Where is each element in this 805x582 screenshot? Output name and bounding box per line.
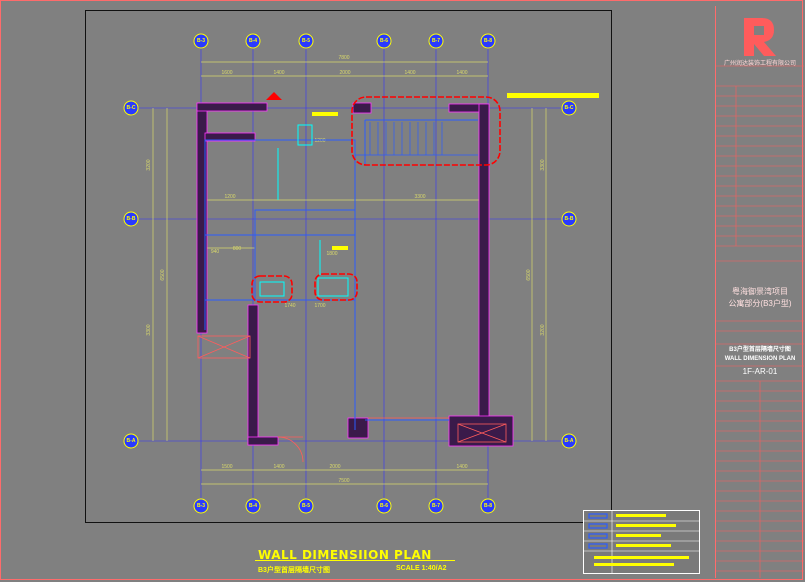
dimension-text: 6500 xyxy=(160,269,166,280)
axis-label: B-5 xyxy=(302,503,310,509)
legend-swatch xyxy=(588,533,608,539)
legend-bar xyxy=(616,544,671,547)
axis-label: B-8 xyxy=(484,503,492,509)
wall xyxy=(347,417,369,439)
legend-bar xyxy=(594,563,674,566)
dimension-text: 3200 xyxy=(540,324,546,335)
legend-bar xyxy=(616,514,666,517)
axis-label: B-B xyxy=(127,216,136,222)
floor-plan-drawing: 7800 1600 1400 2000 1400 1400 1500 1400 … xyxy=(123,33,599,514)
wall xyxy=(478,103,490,435)
dimension-text: 1200 xyxy=(314,138,325,144)
axis-label: B-6 xyxy=(380,38,388,44)
project-part: 公寓部分(B3户型) xyxy=(728,299,792,308)
axis-label: B-7 xyxy=(432,38,440,44)
revision-cloud xyxy=(251,275,293,303)
legend-bar xyxy=(616,524,676,527)
legend-swatch xyxy=(588,513,608,519)
legend-swatch xyxy=(588,523,608,529)
dimension-text: 1400 xyxy=(456,464,467,470)
dimension-text: 1600 xyxy=(221,70,232,76)
dimension-text: 7800 xyxy=(338,55,349,61)
dimension-text: 1800 xyxy=(326,251,337,257)
revision-marker xyxy=(266,92,282,100)
axis-label: B-B xyxy=(565,216,574,222)
callout-bar xyxy=(332,246,348,250)
axis-label: B-4 xyxy=(249,503,257,509)
partition xyxy=(254,209,356,301)
legend-bar xyxy=(616,534,661,537)
wall xyxy=(247,304,259,446)
dimension-text: 6500 xyxy=(526,269,532,280)
axis-label: B-7 xyxy=(432,503,440,509)
dimension-text: 7500 xyxy=(338,478,349,484)
title-block: 广州润达装饰工程有限公司 粤海御景湾项目 公寓部分(B3户型) B3户型首层隔墙… xyxy=(715,6,804,578)
dimension-text: 2000 xyxy=(339,70,350,76)
legend-graphic xyxy=(584,511,699,573)
axis-label: B-3 xyxy=(197,503,205,509)
axis-label: B-3 xyxy=(197,38,205,44)
axis-label: B-A xyxy=(565,438,574,444)
dimension-text: 3200 xyxy=(146,159,152,170)
axis-label: B-A xyxy=(127,438,136,444)
dimension-text: 800 xyxy=(233,246,242,252)
partition xyxy=(204,139,356,236)
dimension-text: 1700 xyxy=(314,303,325,309)
fixture xyxy=(259,281,285,297)
dimension-text: 1740 xyxy=(284,303,295,309)
dimension-text: 1400 xyxy=(404,70,415,76)
drawing-name-en: WALL DIMENSION PLAN xyxy=(724,356,796,362)
project-name: 粤海御景湾项目 xyxy=(732,287,788,296)
dimension-text: 1200 xyxy=(224,194,235,200)
callout-bar xyxy=(507,93,599,98)
dimension-text: 1400 xyxy=(273,464,284,470)
callout-bar xyxy=(312,112,338,116)
dimension-text: 3300 xyxy=(414,194,425,200)
dimension-text: 940 xyxy=(211,249,220,255)
axis-label: B-5 xyxy=(302,38,310,44)
legend-bar xyxy=(594,556,689,559)
dimension-text: 1500 xyxy=(221,464,232,470)
plan-subtitle: B3户型首层隔墙尺寸图 xyxy=(258,567,330,574)
axis-label: B-C xyxy=(565,105,574,111)
fixture xyxy=(297,124,313,146)
dimension-text: 1400 xyxy=(273,70,284,76)
plan-scale: SCALE 1:40/A2 xyxy=(396,565,447,572)
company-logo-icon xyxy=(744,18,776,56)
wall xyxy=(352,102,372,114)
axis-label: B-6 xyxy=(380,503,388,509)
axis-label: B-C xyxy=(127,105,136,111)
dimension-text: 2000 xyxy=(329,464,340,470)
dimension-text: 3300 xyxy=(146,324,152,335)
legend-swatch xyxy=(588,543,608,549)
drawing-name-cn: B3户型首层隔墙尺寸图 xyxy=(729,347,791,353)
wall xyxy=(247,436,279,446)
fixture xyxy=(317,277,349,297)
axis-label: B-4 xyxy=(249,38,257,44)
axis-label: B-8 xyxy=(484,38,492,44)
dimension-text: 3300 xyxy=(540,159,546,170)
legend-table xyxy=(583,510,700,574)
title-underline xyxy=(255,560,455,561)
drawing-code: 1F-AR-01 xyxy=(742,367,778,376)
company-name: 广州润达装饰工程有限公司 xyxy=(723,61,796,67)
dimension-text: 1400 xyxy=(456,70,467,76)
wall xyxy=(196,102,268,112)
